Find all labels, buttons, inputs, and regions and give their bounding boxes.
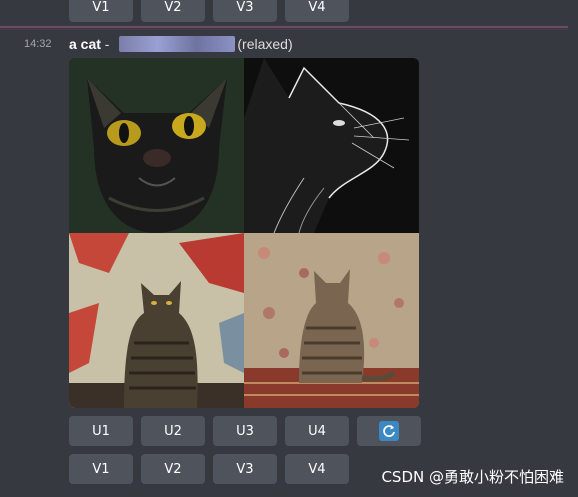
message-header: a cat - (relaxed): [69, 36, 293, 52]
image-tile-tabby-red-wall[interactable]: [69, 233, 244, 408]
reroll-button[interactable]: [357, 416, 421, 446]
mode-label: (relaxed): [237, 36, 293, 52]
v1-button[interactable]: V1: [69, 454, 133, 484]
u2-button[interactable]: U2: [141, 416, 205, 446]
top-v3-button[interactable]: V3: [213, 0, 277, 22]
u4-button[interactable]: U4: [285, 416, 349, 446]
divider-shadow: [0, 29, 568, 30]
image-tile-tabby-floral[interactable]: [244, 233, 419, 408]
prompt-text: a cat: [69, 36, 101, 52]
v4-button[interactable]: V4: [285, 454, 349, 484]
generated-image-grid[interactable]: [69, 58, 419, 408]
image-tile-black-cat-profile[interactable]: [244, 58, 419, 233]
redacted-username: [119, 36, 236, 52]
v2-button[interactable]: V2: [141, 454, 205, 484]
message-timestamp: 14:32: [24, 38, 52, 50]
v3-button[interactable]: V3: [213, 454, 277, 484]
u3-button[interactable]: U3: [213, 416, 277, 446]
top-v4-button[interactable]: V4: [285, 0, 349, 22]
new-message-divider: [0, 26, 568, 28]
top-v1-button[interactable]: V1: [69, 0, 133, 22]
top-v2-button[interactable]: V2: [141, 0, 205, 22]
refresh-icon: [379, 421, 399, 441]
csdn-watermark: CSDN @勇敢小粉不怕困难: [381, 468, 564, 486]
prompt-separator: -: [100, 36, 114, 52]
u1-button[interactable]: U1: [69, 416, 133, 446]
image-tile-black-cat-closeup[interactable]: [69, 58, 244, 233]
